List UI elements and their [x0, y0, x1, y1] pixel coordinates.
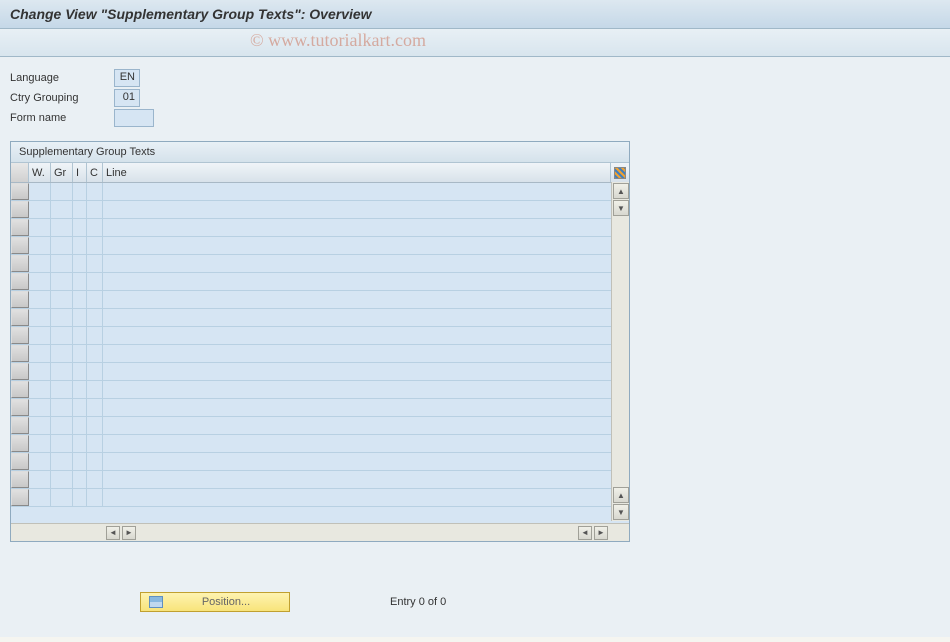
row-selector[interactable]	[11, 381, 29, 398]
column-header-w[interactable]: W.	[29, 163, 51, 182]
scroll-right-button[interactable]: ►	[594, 526, 608, 540]
column-header-c[interactable]: C	[87, 163, 103, 182]
ctry-grouping-label: Ctry Grouping	[10, 92, 114, 104]
table-panel: Supplementary Group Texts W. Gr I C Line	[10, 141, 630, 542]
table-row[interactable]	[11, 417, 629, 435]
column-header-gr[interactable]: Gr	[51, 163, 73, 182]
table-row[interactable]	[11, 255, 629, 273]
table-row[interactable]	[11, 489, 629, 507]
table-row[interactable]	[11, 219, 629, 237]
table-row[interactable]	[11, 291, 629, 309]
field-row-form-name: Form name	[10, 109, 940, 127]
language-field[interactable]: EN	[114, 69, 140, 87]
table-row[interactable]	[11, 183, 629, 201]
application-toolbar	[0, 29, 950, 57]
scroll-up-button[interactable]: ▲	[613, 183, 629, 199]
field-row-language: Language EN	[10, 69, 940, 87]
main-content-area: Language EN Ctry Grouping 01 Form name S…	[0, 57, 950, 637]
column-selector	[11, 163, 29, 182]
table-body	[11, 183, 629, 523]
form-name-label: Form name	[10, 112, 114, 124]
table-header-row: W. Gr I C Line	[11, 163, 629, 183]
row-selector[interactable]	[11, 363, 29, 380]
row-selector[interactable]	[11, 183, 29, 200]
row-selector[interactable]	[11, 417, 29, 434]
row-selector[interactable]	[11, 309, 29, 326]
vertical-scrollbar[interactable]: ▲ ▼ ▲ ▼	[611, 182, 629, 521]
table-row[interactable]	[11, 471, 629, 489]
scroll-up-button[interactable]: ▲	[613, 487, 629, 503]
row-selector[interactable]	[11, 255, 29, 272]
panel-title: Supplementary Group Texts	[11, 142, 629, 163]
ctry-grouping-field[interactable]: 01	[114, 89, 140, 107]
field-row-ctry-grouping: Ctry Grouping 01	[10, 89, 940, 107]
language-label: Language	[10, 72, 114, 84]
row-selector[interactable]	[11, 291, 29, 308]
form-name-field[interactable]	[114, 109, 154, 127]
horizontal-scrollbar[interactable]: ◄ ► ◄ ►	[11, 523, 629, 541]
window-title-bar: Change View "Supplementary Group Texts":…	[0, 0, 950, 29]
table-settings-button[interactable]	[611, 167, 629, 179]
column-header-line[interactable]: Line	[103, 163, 611, 182]
row-selector[interactable]	[11, 453, 29, 470]
row-selector[interactable]	[11, 399, 29, 416]
scroll-left-button[interactable]: ◄	[578, 526, 592, 540]
entry-count-text: Entry 0 of 0	[390, 596, 446, 608]
row-selector[interactable]	[11, 219, 29, 236]
row-selector[interactable]	[11, 237, 29, 254]
table-row[interactable]	[11, 453, 629, 471]
footer-bar: Position... Entry 0 of 0	[10, 592, 940, 612]
position-button[interactable]: Position...	[140, 592, 290, 612]
table-row[interactable]	[11, 327, 629, 345]
scroll-down-button[interactable]: ▼	[613, 504, 629, 520]
row-selector[interactable]	[11, 345, 29, 362]
row-selector[interactable]	[11, 471, 29, 488]
table-settings-icon	[614, 167, 626, 179]
scroll-right-button[interactable]: ►	[122, 526, 136, 540]
row-selector[interactable]	[11, 273, 29, 290]
table-row[interactable]	[11, 345, 629, 363]
table-row[interactable]	[11, 201, 629, 219]
row-selector[interactable]	[11, 435, 29, 452]
row-selector[interactable]	[11, 327, 29, 344]
position-button-label: Position...	[171, 596, 281, 608]
table-row[interactable]	[11, 381, 629, 399]
scroll-left-button[interactable]: ◄	[106, 526, 120, 540]
table-row[interactable]	[11, 399, 629, 417]
column-header-i[interactable]: I	[73, 163, 87, 182]
window-title: Change View "Supplementary Group Texts":…	[10, 6, 372, 22]
table-row[interactable]	[11, 435, 629, 453]
table-row[interactable]	[11, 237, 629, 255]
scroll-down-button[interactable]: ▼	[613, 200, 629, 216]
table-row[interactable]	[11, 273, 629, 291]
header-fields-group: Language EN Ctry Grouping 01 Form name	[10, 69, 940, 127]
row-selector[interactable]	[11, 489, 29, 506]
table-row[interactable]	[11, 309, 629, 327]
position-icon	[149, 596, 163, 608]
row-selector[interactable]	[11, 201, 29, 218]
table-row[interactable]	[11, 363, 629, 381]
